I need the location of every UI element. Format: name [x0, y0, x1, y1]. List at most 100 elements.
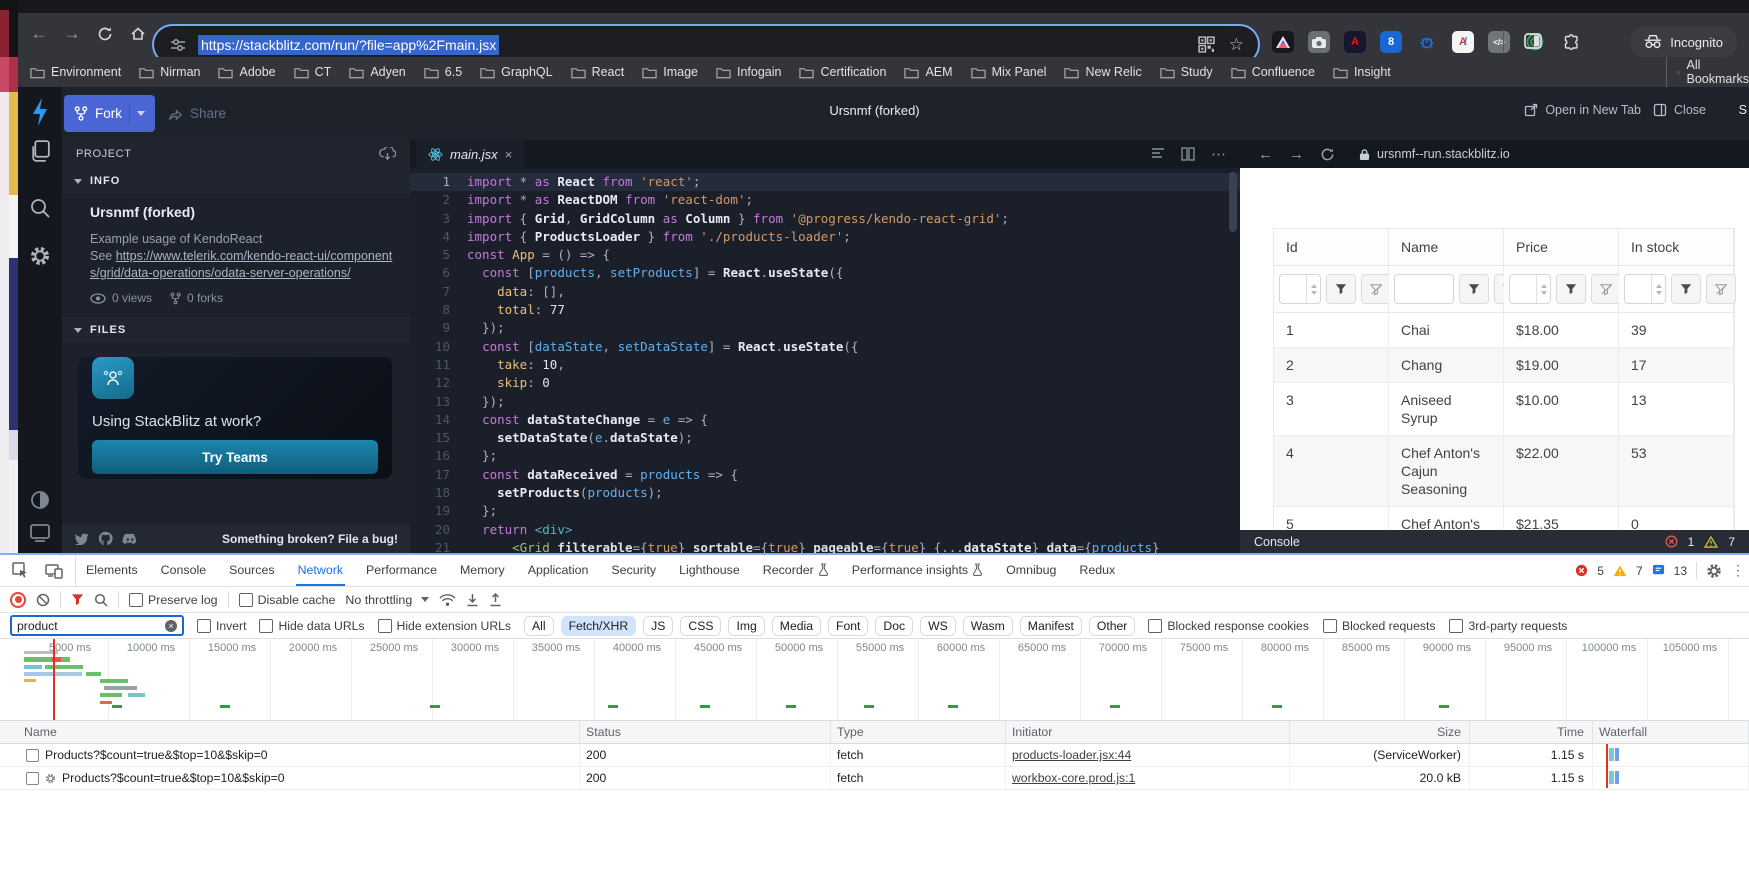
files-section-header[interactable]: FILES [62, 317, 410, 343]
preview-back-icon[interactable]: ← [1258, 146, 1273, 163]
signin-button-partial[interactable]: S [1739, 103, 1747, 117]
bookmark-item[interactable]: Mix Panel [971, 65, 1047, 79]
filter-button[interactable] [1459, 274, 1489, 304]
aem-extension-icon[interactable]: A/ [1452, 31, 1474, 53]
bookmark-item[interactable]: GraphQL [480, 65, 552, 79]
network-search-icon[interactable] [94, 593, 108, 607]
devtools-tab-memory[interactable]: Memory [458, 555, 507, 586]
camera-extension-icon[interactable] [1308, 31, 1330, 53]
stackblitz-logo-icon[interactable] [29, 97, 51, 127]
bookmark-item[interactable]: React [571, 65, 625, 79]
clear-filter-button[interactable] [1706, 274, 1736, 304]
preserve-log-checkbox[interactable]: Preserve log [129, 593, 218, 607]
all-bookmarks[interactable]: All Bookmarks [1666, 57, 1749, 87]
bookmark-item[interactable]: Insight [1333, 65, 1391, 79]
editor-scrollbar[interactable] [1229, 172, 1237, 232]
grid-filter-input[interactable] [1624, 274, 1666, 304]
github-icon[interactable] [98, 531, 113, 546]
feedback-icon[interactable] [29, 523, 51, 543]
request-checkbox[interactable] [26, 749, 39, 762]
grid-column-header[interactable]: In stock [1619, 229, 1734, 266]
import-har-icon[interactable] [466, 593, 479, 607]
invert-checkbox[interactable]: Invert [197, 619, 246, 633]
project-files-icon[interactable] [29, 139, 52, 164]
filter-chip-media[interactable]: Media [772, 616, 821, 636]
reload-icon[interactable] [90, 19, 120, 49]
clear-filter-button[interactable] [1591, 274, 1621, 304]
request-name-cell[interactable]: Products?$count=true&$top=10&$skip=0 [0, 744, 580, 766]
warnings-count[interactable]: 7 [1636, 564, 1643, 578]
clear-filter-button[interactable] [1361, 274, 1391, 304]
home-icon[interactable] [123, 19, 153, 49]
bookmark-item[interactable]: Infogain [716, 65, 781, 79]
tune-icon[interactable] [170, 37, 186, 53]
initiator-link[interactable]: workbox-core.prod.js:1 [1012, 771, 1135, 785]
code-editor[interactable]: main.jsx × ⋯ 1import * as React from 're… [410, 140, 1240, 553]
devtools-tab-redux[interactable]: Redux [1077, 555, 1117, 586]
devtools-tab-omnibug[interactable]: Omnibug [1004, 555, 1058, 586]
bookmark-item[interactable]: Study [1160, 65, 1213, 79]
devtools-settings-icon[interactable] [1706, 563, 1722, 579]
bookmark-item[interactable]: Confluence [1231, 65, 1315, 79]
preview-forward-icon[interactable]: → [1289, 146, 1304, 163]
devtools-tab-performance-insights[interactable]: Performance insights [850, 555, 985, 586]
format-icon[interactable] [1151, 147, 1165, 161]
filter-chip-all[interactable]: All [524, 616, 554, 636]
theme-toggle-icon[interactable] [29, 489, 51, 511]
filter-button[interactable] [1671, 274, 1701, 304]
bookmark-item[interactable]: Adyen [349, 65, 405, 79]
tag-extension-icon[interactable]: 8 [1380, 31, 1402, 53]
filter-chip-css[interactable]: CSS [680, 616, 721, 636]
settings-gear-icon[interactable] [29, 245, 51, 267]
network-column-header-size[interactable]: Size [1290, 721, 1470, 743]
grid-filter-input[interactable] [1279, 274, 1321, 304]
qr-code-icon[interactable] [1198, 36, 1215, 53]
close-tab-icon[interactable]: × [505, 147, 513, 162]
network-conditions-icon[interactable] [439, 593, 456, 607]
network-column-header-waterfall[interactable]: Waterfall [1593, 721, 1749, 743]
network-request-row[interactable]: Products?$count=true&$top=10&$skip=0200f… [0, 744, 1749, 767]
try-teams-button[interactable]: Try Teams [92, 440, 378, 474]
clear-network-log-icon[interactable] [36, 593, 50, 607]
initiator-link[interactable]: products-loader.jsx:44 [1012, 748, 1131, 762]
colorpicker-extension-icon[interactable] [1272, 31, 1294, 53]
side-panel-icon[interactable] [1523, 31, 1543, 51]
bookmark-item[interactable]: Environment [30, 65, 121, 79]
split-editor-icon[interactable] [1181, 147, 1195, 161]
search-icon[interactable] [29, 197, 51, 219]
filter-chip-manifest[interactable]: Manifest [1020, 616, 1082, 636]
extensions-puzzle-icon[interactable] [1560, 31, 1582, 53]
grid-column-header[interactable]: Name [1389, 229, 1504, 266]
bookmark-item[interactable]: Nirman [139, 65, 200, 79]
errors-count[interactable]: 5 [1597, 564, 1604, 578]
back-icon[interactable]: ← [24, 19, 54, 49]
grid-column-header[interactable]: Id [1274, 229, 1389, 266]
filter-chip-font[interactable]: Font [828, 616, 868, 636]
number-spinner[interactable] [1651, 275, 1665, 303]
close-button[interactable]: Close [1653, 103, 1706, 117]
devtools-tab-application[interactable]: Application [526, 555, 591, 586]
devtools-tab-performance[interactable]: Performance [364, 555, 439, 586]
issues-count[interactable]: 13 [1674, 564, 1687, 578]
bug-extension-icon[interactable] [1416, 31, 1438, 53]
forward-icon[interactable]: → [57, 19, 87, 49]
filter-chip-doc[interactable]: Doc [875, 616, 913, 636]
adobe-extension-icon[interactable]: A [1344, 31, 1366, 53]
filter-button[interactable] [1326, 274, 1356, 304]
record-network-log-icon[interactable] [10, 592, 26, 608]
throttling-dropdown[interactable]: No throttling [345, 593, 429, 607]
network-column-header-initiator[interactable]: Initiator [1006, 721, 1290, 743]
filter-chip-other[interactable]: Other [1089, 616, 1135, 636]
bookmark-item[interactable]: Certification [799, 65, 886, 79]
grid-column-header[interactable]: Price [1504, 229, 1619, 266]
bookmark-item[interactable]: AEM [904, 65, 952, 79]
more-actions-icon[interactable]: ⋯ [1211, 145, 1226, 163]
export-har-icon[interactable] [489, 593, 502, 607]
network-filter-input[interactable]: product × [10, 615, 184, 636]
bookmark-item[interactable]: CT [294, 65, 332, 79]
network-overview-timeline[interactable]: 5000 ms10000 ms15000 ms20000 ms25000 ms3… [0, 639, 1749, 721]
bookmark-item[interactable]: Image [642, 65, 698, 79]
number-spinner[interactable] [1536, 275, 1550, 303]
devtools-tab-recorder[interactable]: Recorder [761, 555, 831, 586]
devtools-tab-sources[interactable]: Sources [227, 555, 276, 586]
